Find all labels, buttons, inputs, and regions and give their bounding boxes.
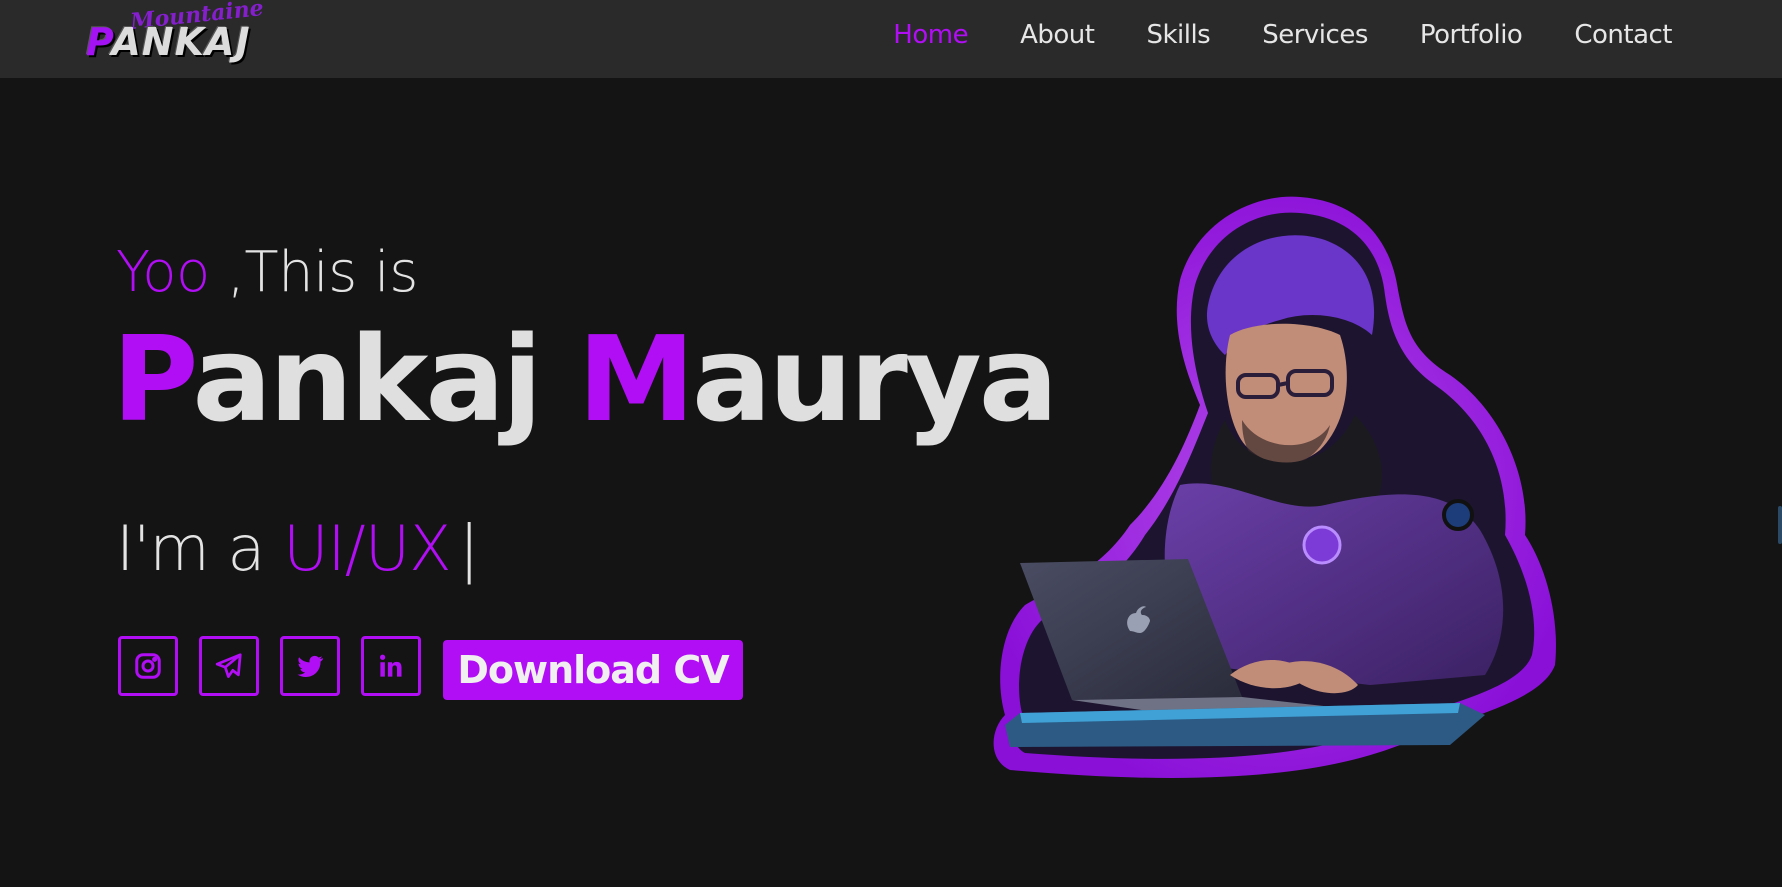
nav-links: Home About Skills Services Portfolio Con… [893,20,1672,50]
greeting-rest: ,This is [209,240,418,305]
linkedin-button[interactable] [361,636,421,696]
twitter-button[interactable] [280,636,340,696]
typing-cursor: | [458,512,480,585]
download-cv-button[interactable]: Download CV [443,640,743,700]
logo[interactable]: Mountaine PANKAJ [84,0,265,64]
hero-role: I'm a UI/UX | [116,512,480,585]
hero-name: Pankaj Maurya [112,310,1058,448]
nav-portfolio[interactable]: Portfolio [1420,20,1523,50]
nav-home[interactable]: Home [893,20,968,50]
nav-services[interactable]: Services [1262,20,1368,50]
greeting-accent: Yoo [116,240,210,305]
nav-about[interactable]: About [1020,20,1095,50]
role-prefix: I'm a [116,512,284,585]
twitter-icon [297,655,324,677]
nav-skills[interactable]: Skills [1146,20,1210,50]
instagram-button[interactable] [118,636,178,696]
navbar: Mountaine PANKAJ Home About Skills Servi… [0,0,1782,78]
hero-illustration [993,196,1556,778]
telegram-icon [215,653,242,678]
telegram-button[interactable] [199,636,259,696]
logo-text: PANKAJ [86,20,251,64]
linkedin-icon [380,654,402,677]
instagram-icon [135,653,161,679]
hero-greeting: Yoo ,This is [116,240,418,305]
role-typed-text: UI/UX [283,512,451,585]
nav-contact[interactable]: Contact [1574,20,1672,50]
scroll-indicator[interactable] [1778,506,1782,544]
social-links [118,636,421,696]
